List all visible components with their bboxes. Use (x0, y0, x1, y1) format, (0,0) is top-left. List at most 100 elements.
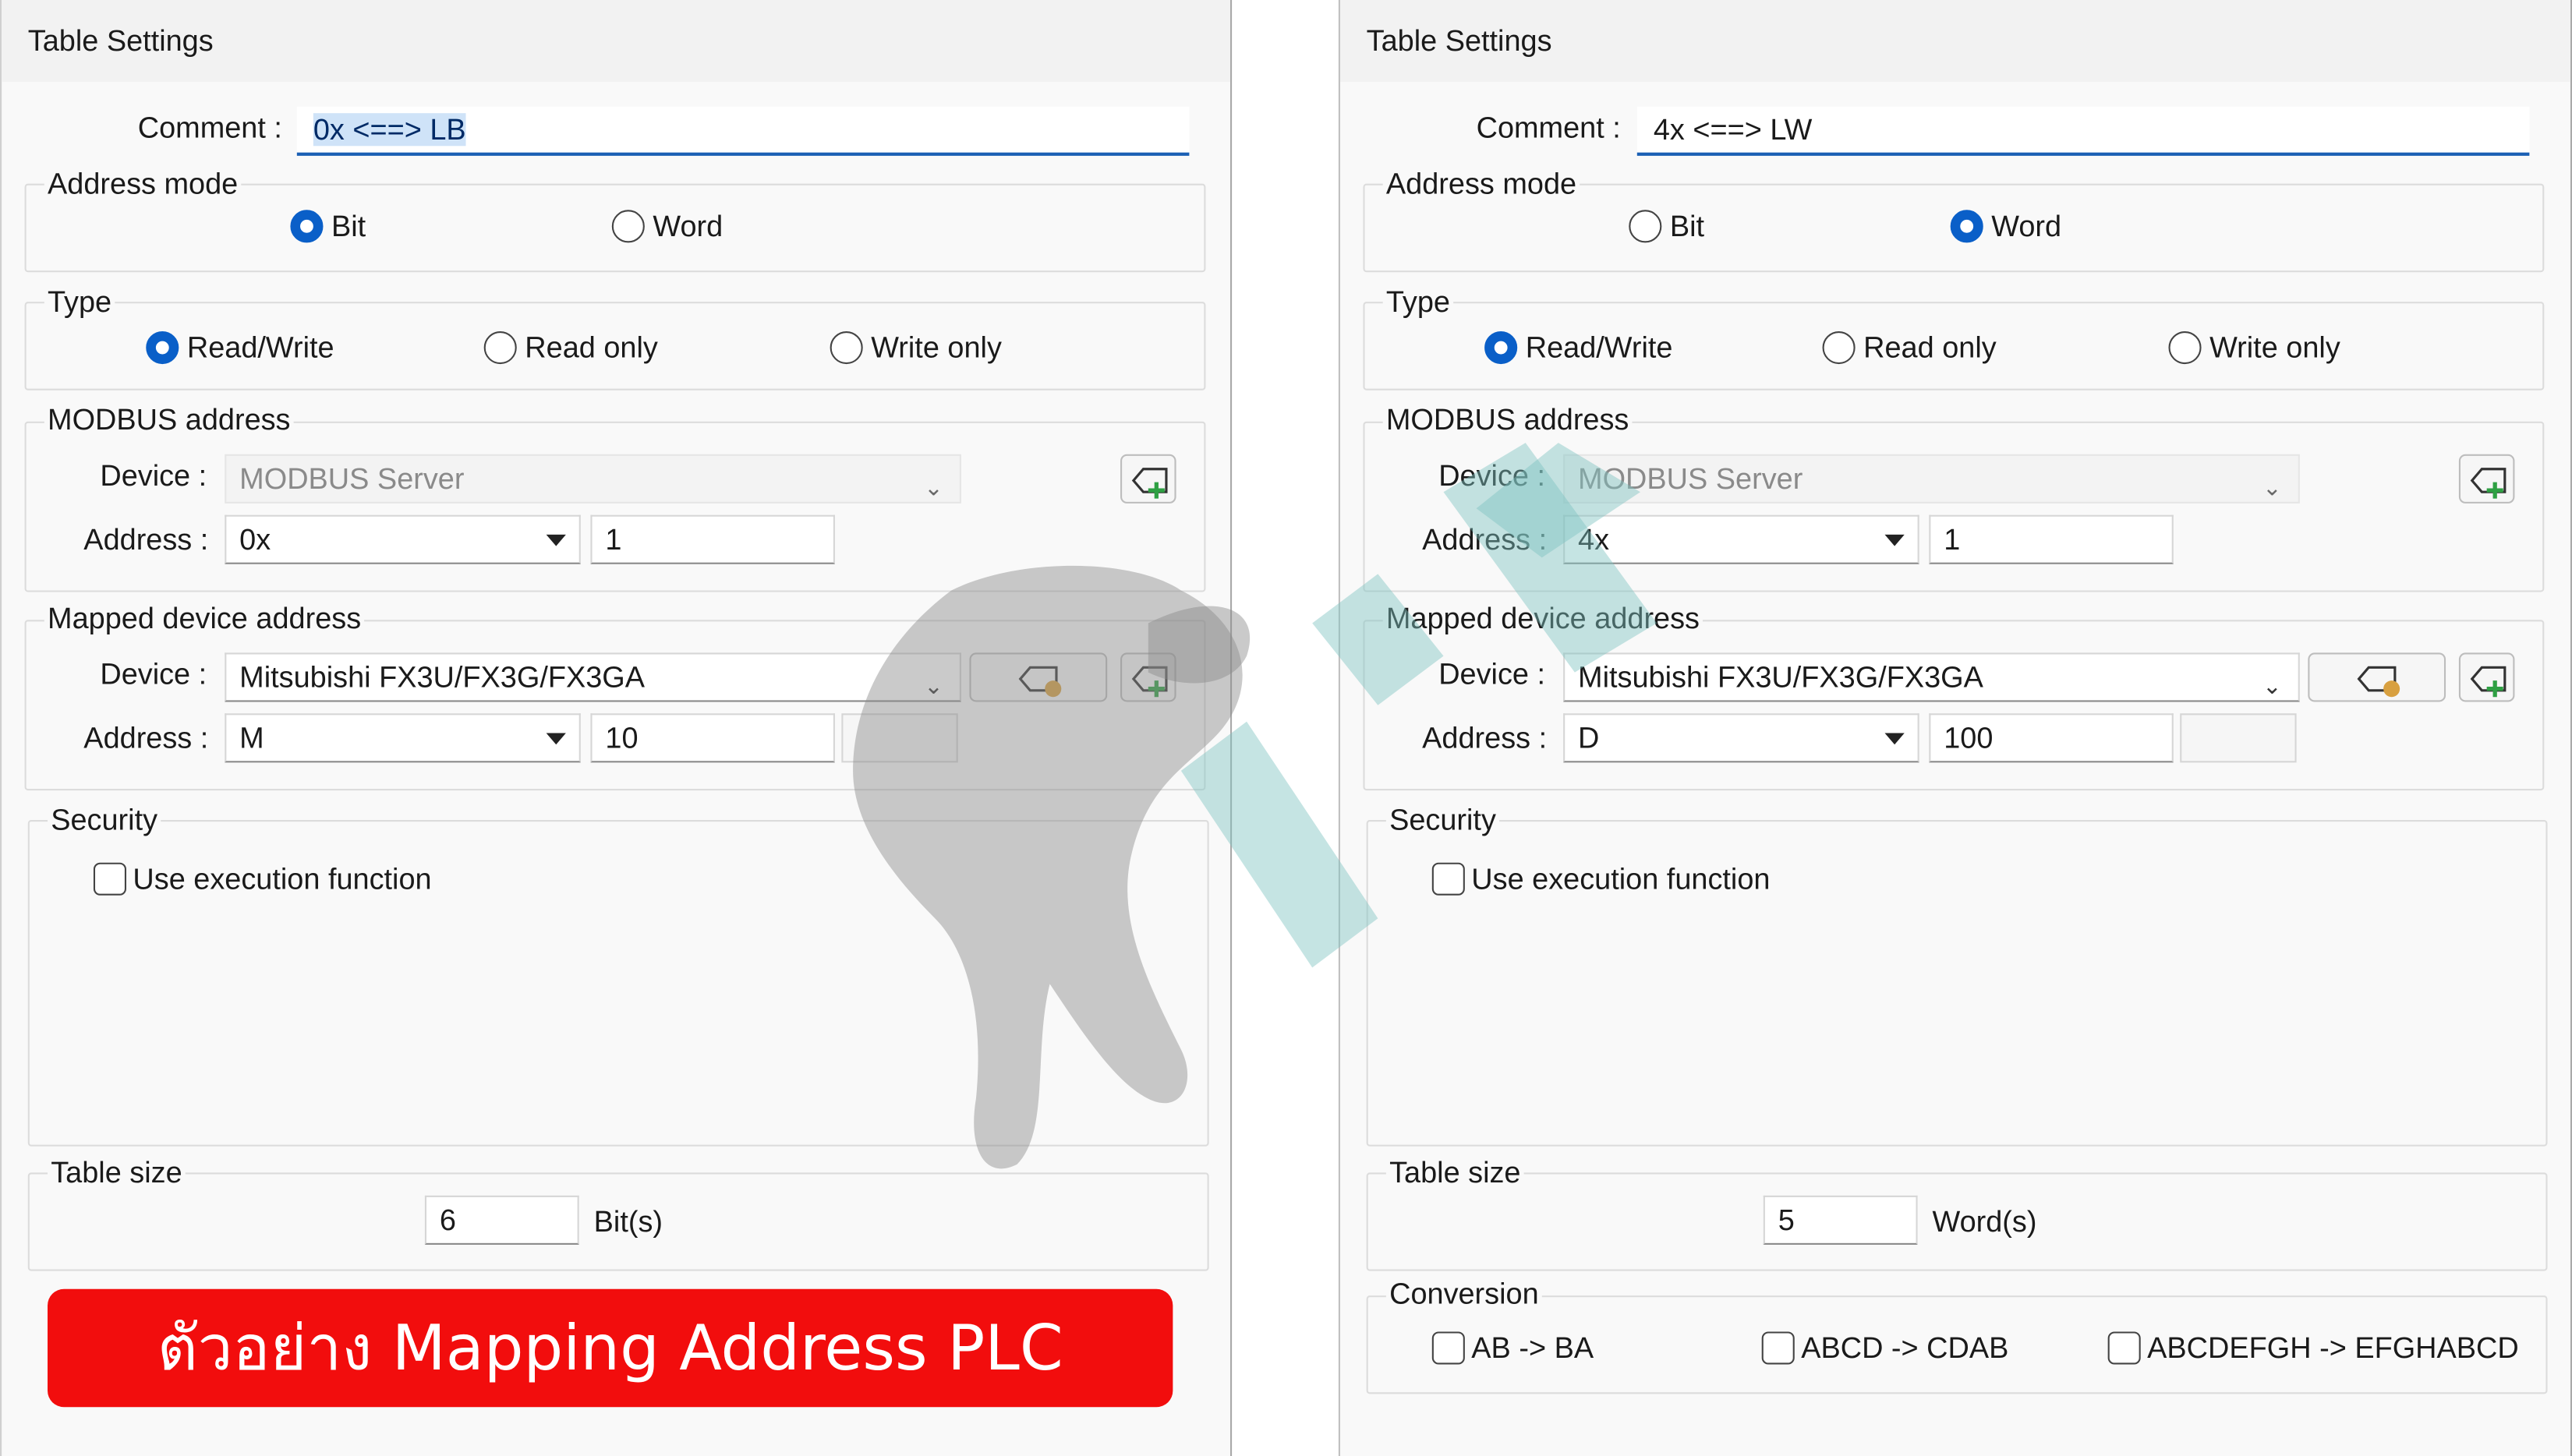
mapped-address-field-label: Address : (1422, 721, 1548, 755)
modbus-address-type-value: 4x (1578, 523, 1610, 557)
chevron-down-icon: ⌄ (924, 672, 943, 699)
title-bar: Table Settings (1339, 0, 2570, 83)
use-execution-checkbox[interactable] (1431, 862, 1465, 896)
modbus-address-label: MODBUS address (44, 403, 294, 438)
device-settings-button[interactable] (2308, 652, 2446, 702)
title-bar: Table Settings (2, 0, 1231, 83)
mapped-address-label: Mapped device address (44, 602, 365, 637)
table-size-value: 6 (439, 1203, 456, 1237)
modbus-address-type-select[interactable]: 0x (225, 514, 581, 564)
table-size-input[interactable]: 6 (424, 1195, 579, 1245)
table-size-value: 5 (1778, 1203, 1795, 1237)
use-execution-checkbox[interactable] (93, 862, 127, 896)
mapped-device-select[interactable]: Mitsubishi FX3U/FX3G/FX3GA ⌄ (225, 652, 961, 702)
modbus-address-type-value: 0x (239, 523, 271, 557)
conversion-abcdefgh-checkbox[interactable] (2107, 1331, 2141, 1365)
security-label: Security (48, 803, 161, 839)
conversion-abcd-checkbox[interactable] (1761, 1331, 1795, 1365)
read-only-radio[interactable] (483, 331, 517, 365)
conversion-ab-checkbox[interactable] (1431, 1331, 1465, 1365)
table-size-label: Table size (48, 1156, 186, 1191)
mapped-address-input[interactable]: 10 (590, 713, 835, 763)
chevron-down-icon: ⌄ (2262, 474, 2282, 500)
table-size-input[interactable]: 5 (1763, 1195, 1918, 1245)
read-write-radio[interactable] (146, 331, 179, 365)
add-device-icon (2470, 468, 2507, 499)
security-label: Security (1385, 803, 1500, 839)
table-settings-dialog-right: Table Settings Comment : 4x <==> LW Addr… (1338, 0, 2572, 1456)
word-radio[interactable] (1950, 210, 1983, 243)
modbus-address-field-label: Address : (1422, 523, 1548, 557)
bit-radio[interactable] (290, 210, 324, 243)
caption-banner: ตัวอย่าง Mapping Address PLC (48, 1288, 1173, 1408)
read-only-label: Read only (1863, 331, 1997, 365)
mapped-address-group (1363, 620, 2545, 791)
add-device-button[interactable] (1120, 454, 1176, 504)
comment-input[interactable]: 4x <==> LW (1636, 106, 2530, 156)
device-settings-icon (1018, 666, 1062, 698)
modbus-device-label: Device : (100, 459, 207, 493)
read-write-label: Read/Write (1525, 331, 1673, 365)
bit-radio[interactable] (1629, 210, 1662, 243)
comment-input[interactable]: 0x <==> LB (296, 106, 1190, 156)
mapped-address-label: Mapped device address (1382, 602, 1703, 637)
caret-down-icon (1884, 733, 1905, 745)
modbus-device-select[interactable]: MODBUS Server ⌄ (225, 454, 961, 504)
modbus-address-group (1363, 421, 2545, 592)
type-label: Type (44, 285, 115, 320)
table-size-label: Table size (1385, 1156, 1524, 1191)
mapped-address-type-select[interactable]: D (1563, 713, 1919, 763)
mapped-address-type-value: M (239, 721, 264, 755)
chevron-down-icon: ⌄ (924, 474, 943, 500)
read-only-label: Read only (525, 331, 658, 365)
mapped-address-type-value: D (1578, 721, 1600, 755)
add-mapped-device-button[interactable] (2458, 652, 2515, 702)
modbus-address-input[interactable]: 1 (1929, 514, 2174, 564)
dialog-title: Table Settings (27, 24, 214, 58)
add-mapped-device-button[interactable] (1120, 652, 1176, 702)
modbus-address-type-select[interactable]: 4x (1563, 514, 1919, 564)
comment-value: 4x <==> LW (1653, 113, 1813, 147)
modbus-device-select[interactable]: MODBUS Server ⌄ (1563, 454, 2300, 504)
bit-label: Bit (1669, 210, 1705, 243)
use-execution-label: Use execution function (133, 862, 432, 896)
word-radio[interactable] (611, 210, 645, 243)
read-only-radio[interactable] (1822, 331, 1856, 365)
device-settings-button[interactable] (969, 652, 1108, 702)
table-settings-dialog-left: Table Settings Comment : 0x <==> LB Addr… (0, 0, 1233, 1456)
mapped-address-extra-field (2180, 713, 2297, 763)
read-write-radio[interactable] (1484, 331, 1518, 365)
mapped-device-label: Device : (100, 657, 207, 691)
caret-down-icon (546, 733, 566, 745)
mapped-address-type-select[interactable]: M (225, 713, 581, 763)
write-only-label: Write only (2209, 331, 2340, 365)
word-label: Word (1991, 210, 2062, 243)
chevron-down-icon: ⌄ (2262, 672, 2282, 699)
address-mode-label: Address mode (44, 167, 242, 202)
mapped-address-input[interactable]: 100 (1929, 713, 2174, 763)
add-device-button[interactable] (2458, 454, 2515, 504)
caret-down-icon (1884, 534, 1905, 546)
read-write-label: Read/Write (186, 331, 334, 365)
mapped-device-select[interactable]: Mitsubishi FX3U/FX3G/FX3GA ⌄ (1563, 652, 2300, 702)
add-device-icon (1131, 666, 1168, 698)
modbus-address-group (24, 421, 1206, 592)
mapped-address-extra-field (841, 713, 958, 763)
table-size-unit: Word(s) (1932, 1205, 2037, 1239)
modbus-device-label: Device : (1438, 459, 1546, 493)
table-size-unit: Bit(s) (593, 1205, 663, 1239)
bit-label: Bit (331, 210, 366, 243)
write-only-radio[interactable] (2168, 331, 2202, 365)
write-only-radio[interactable] (830, 331, 863, 365)
add-device-icon (1131, 468, 1168, 499)
use-execution-label: Use execution function (1471, 862, 1771, 896)
modbus-address-input[interactable]: 1 (590, 514, 835, 564)
modbus-device-value: MODBUS Server (239, 462, 465, 496)
device-settings-icon (2357, 666, 2400, 698)
comment-value: 0x <==> LB (313, 113, 466, 147)
conversion-abcdefgh-label: ABCDEFGH -> EFGHABCD (2147, 1331, 2519, 1365)
comment-label: Comment : (137, 111, 282, 145)
modbus-address-field-label: Address : (83, 523, 209, 557)
mapped-address-group (24, 620, 1206, 791)
modbus-device-value: MODBUS Server (1578, 462, 1803, 496)
